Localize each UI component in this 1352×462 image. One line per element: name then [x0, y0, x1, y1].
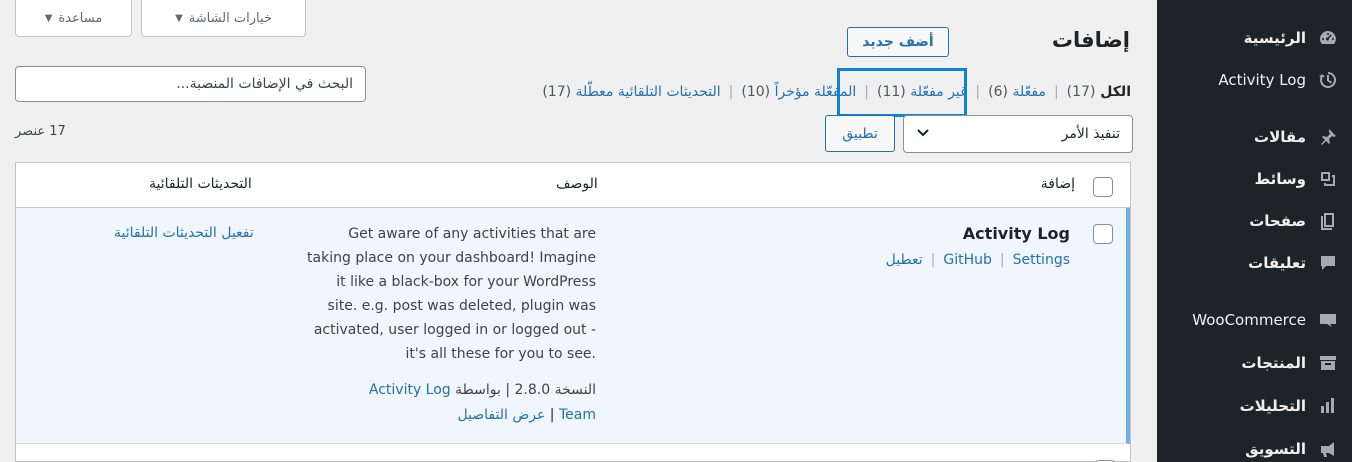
- sidebar-item-label: تعليقات: [1248, 254, 1306, 272]
- sidebar-item-pages[interactable]: صفحات: [1157, 204, 1352, 238]
- filter-label: مفعّلة: [1012, 84, 1046, 100]
- row-actions: Settings | GitHub | تعطيل: [886, 252, 1070, 268]
- author-team-link[interactable]: Team: [559, 407, 596, 423]
- filter-separator: |: [1053, 84, 1059, 100]
- sidebar-item-label: مقالات: [1254, 128, 1306, 146]
- megaphone-icon: [1316, 437, 1340, 461]
- column-header-description: الوصف: [556, 176, 598, 192]
- filter-separator: |: [975, 84, 981, 100]
- page-title: إضافات: [1051, 28, 1130, 52]
- comments-icon: [1316, 251, 1340, 275]
- sidebar-item-label: الرئيسية: [1243, 29, 1306, 47]
- meta-separator: |: [545, 407, 555, 423]
- settings-link[interactable]: Settings: [1013, 252, 1070, 268]
- filter-label: الكل: [1100, 84, 1131, 100]
- plugin-meta: النسخة 2.8.0 | بواسطة Activity Log Team …: [306, 378, 596, 428]
- sidebar-item-activity-log[interactable]: Activity Log: [1157, 63, 1352, 97]
- filter-label: التحديثات التلقائية معطّلة: [575, 84, 721, 100]
- sidebar-item-analytics[interactable]: التحليلات: [1157, 389, 1352, 423]
- dashboard-icon: [1316, 26, 1340, 50]
- bulk-actions-value: تنفيذ الأمر: [1061, 126, 1120, 142]
- sidebar-item-label: التسويق: [1245, 440, 1306, 458]
- sidebar-item-woocommerce[interactable]: WooCommerce: [1157, 303, 1352, 337]
- items-count: 17 عنصر: [15, 124, 66, 139]
- chart-icon: [1316, 394, 1340, 418]
- triangle-down-icon: ▼: [44, 12, 53, 24]
- woo-icon: [1316, 308, 1340, 332]
- table-header: إضافة الوصف التحديثات التلقائية: [16, 163, 1130, 208]
- pages-icon: [1316, 209, 1340, 233]
- media-icon: [1316, 167, 1340, 191]
- plugin-version: النسخة 2.8.0 | بواسطة: [455, 382, 596, 398]
- view-details-link[interactable]: عرض التفاصيل: [457, 407, 545, 423]
- plugin-description: Get aware of any activities that are tak…: [307, 226, 596, 362]
- plugins-table: إضافة الوصف التحديثات التلقائية Activity…: [15, 162, 1131, 462]
- sidebar-item-dashboard[interactable]: الرئيسية: [1157, 21, 1352, 55]
- inactive-filter-highlight: [837, 68, 967, 117]
- sidebar-item-label: Activity Log: [1218, 71, 1306, 89]
- admin-sidebar: الرئيسية Activity Log مقالات وسائط صفحات…: [1157, 0, 1352, 462]
- sidebar-item-label: WooCommerce: [1192, 311, 1306, 329]
- plugin-name: Activity Log: [962, 224, 1070, 243]
- action-separator: |: [930, 252, 936, 268]
- apply-button[interactable]: تطبيق: [825, 115, 895, 152]
- sidebar-item-label: وسائط: [1254, 170, 1306, 188]
- column-header-plugin[interactable]: إضافة: [1041, 176, 1075, 192]
- filter-count: (17): [1066, 84, 1096, 100]
- filter-all[interactable]: الكل (17): [1067, 84, 1131, 100]
- sidebar-item-label: التحليلات: [1239, 397, 1306, 415]
- sidebar-item-marketing[interactable]: التسويق: [1157, 432, 1352, 462]
- sidebar-item-comments[interactable]: تعليقات: [1157, 246, 1352, 280]
- main-content: خيارات الشاشة ▼ مساعدة ▼ إضافات أضف جديد…: [0, 0, 1157, 462]
- bulk-actions-select[interactable]: تنفيذ الأمر: [903, 115, 1133, 153]
- filter-separator: |: [728, 84, 734, 100]
- filter-auto-updates-disabled[interactable]: التحديثات التلقائية معطّلة (17): [542, 84, 720, 100]
- pin-icon: [1316, 125, 1340, 149]
- chevron-down-icon: [916, 125, 930, 143]
- sidebar-item-posts[interactable]: مقالات: [1157, 120, 1352, 154]
- archive-icon: [1316, 351, 1340, 375]
- screen-options-label: خيارات الشاشة: [188, 10, 272, 26]
- help-button[interactable]: مساعدة ▼: [15, 0, 132, 37]
- help-label: مساعدة: [58, 10, 103, 26]
- sidebar-item-media[interactable]: وسائط: [1157, 162, 1352, 196]
- deactivate-link[interactable]: تعطيل: [886, 252, 923, 268]
- github-link[interactable]: GitHub: [943, 252, 992, 268]
- filter-count: (10): [741, 84, 771, 100]
- filter-count: (6): [988, 84, 1008, 100]
- sidebar-item-label: صفحات: [1249, 212, 1306, 230]
- author-link[interactable]: Activity Log: [369, 382, 451, 398]
- search-plugins-input[interactable]: البحث في الإضافات المنصبة...: [15, 66, 366, 102]
- history-icon: [1316, 68, 1340, 92]
- column-header-auto-updates: التحديثات التلقائية: [149, 176, 252, 192]
- screen-options-button[interactable]: خيارات الشاشة ▼: [141, 0, 306, 37]
- enable-auto-updates-link[interactable]: تفعيل التحديثات التلقائية: [114, 225, 254, 241]
- triangle-down-icon: ▼: [175, 12, 183, 24]
- sidebar-item-label: المنتجات: [1241, 354, 1306, 372]
- action-separator: |: [999, 252, 1005, 268]
- filter-count: (17): [542, 84, 572, 100]
- filter-active[interactable]: مفعّلة (6): [988, 84, 1046, 100]
- table-row: Activity Log Settings | GitHub | تعطيل G…: [16, 208, 1130, 444]
- select-all-checkbox[interactable]: [1093, 177, 1113, 197]
- search-placeholder: البحث في الإضافات المنصبة...: [176, 76, 353, 92]
- row-checkbox[interactable]: [1093, 224, 1113, 244]
- sidebar-item-products[interactable]: المنتجات: [1157, 346, 1352, 380]
- add-new-button[interactable]: أضف جديد: [847, 27, 949, 57]
